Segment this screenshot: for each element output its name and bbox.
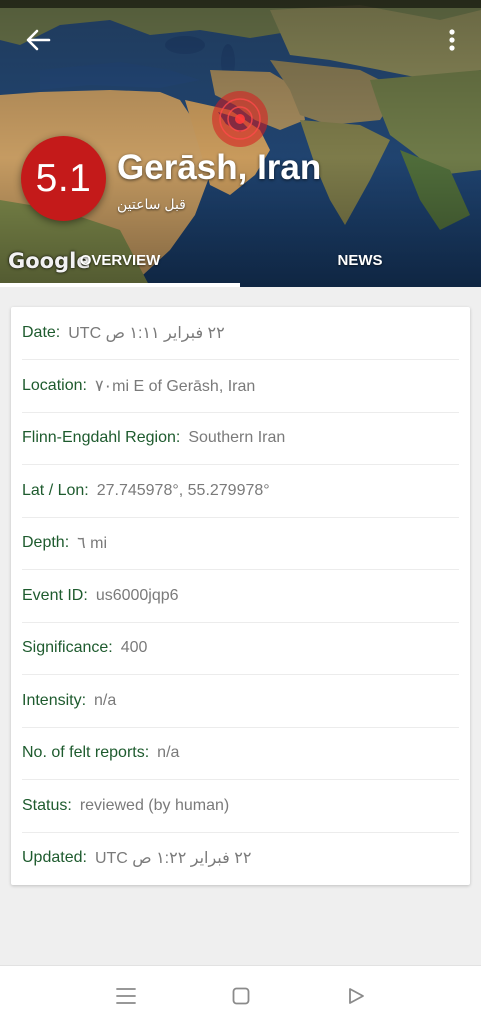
detail-row-significance: Significance: 400 <box>11 622 470 675</box>
nav-back-button[interactable] <box>341 982 371 1010</box>
tab-bar: OVERVIEW NEWS <box>0 236 481 284</box>
detail-value: ٢٢ فبراير ١:٢٢ ص UTC <box>94 850 252 868</box>
arrow-left-icon <box>26 29 51 51</box>
detail-row-felt-reports: No. of felt reports: n/a <box>11 727 470 780</box>
tab-news[interactable]: NEWS <box>240 236 480 284</box>
detail-row-status: Status: reviewed (by human) <box>11 780 470 833</box>
detail-row-location: Location: ٧٠mi E of Gerāsh, Iran <box>11 360 470 413</box>
magnitude-badge: 5.1 <box>21 136 106 221</box>
detail-value: Southern Iran <box>188 429 286 447</box>
more-options-button[interactable] <box>438 24 466 56</box>
detail-label: Updated: <box>22 849 87 867</box>
detail-value: reviewed (by human) <box>79 796 230 814</box>
more-vert-icon <box>449 29 455 51</box>
triangle-back-icon <box>349 988 364 1004</box>
nav-menu-button[interactable] <box>111 982 141 1010</box>
detail-value: 400 <box>120 639 148 657</box>
tab-indicator <box>0 283 240 287</box>
details-card: Date: ٢٢ فبراير ١:١١ ص UTC Location: ٧٠m… <box>11 307 470 885</box>
detail-value: ٦ mi <box>77 535 108 553</box>
place-title: Gerāsh, Iran <box>117 148 322 187</box>
detail-label: Event ID: <box>22 586 88 604</box>
detail-value: us6000jqp6 <box>95 586 179 604</box>
detail-row-updated: Updated: ٢٢ فبراير ١:٢٢ ص UTC <box>11 832 470 885</box>
tab-overview[interactable]: OVERVIEW <box>0 236 240 284</box>
detail-label: Location: <box>22 376 87 394</box>
time-ago: قبل ساعتين <box>117 196 186 212</box>
detail-value: ٧٠mi E of Gerāsh, Iran <box>94 377 256 395</box>
detail-label: Significance: <box>22 639 113 657</box>
detail-row-event-id: Event ID: us6000jqp6 <box>11 570 470 623</box>
detail-label: No. of felt reports: <box>22 744 150 762</box>
detail-label: Date: <box>22 324 61 342</box>
detail-label: Lat / Lon: <box>22 481 89 499</box>
event-header: 5.1 Gerāsh, Iran قبل ساعتين Google OVERV… <box>0 0 481 287</box>
detail-value: 27.745978°, 55.279978° <box>96 481 270 499</box>
status-bar <box>0 0 481 8</box>
magnitude-value: 5.1 <box>35 156 92 200</box>
detail-row-depth: Depth: ٦ mi <box>11 517 470 570</box>
epicenter-marker <box>212 91 268 147</box>
square-home-icon <box>232 987 250 1005</box>
detail-value: n/a <box>94 691 117 709</box>
nav-home-button[interactable] <box>226 982 256 1010</box>
detail-value: n/a <box>157 744 180 762</box>
detail-label: Intensity: <box>22 691 87 709</box>
back-button[interactable] <box>20 24 56 56</box>
detail-row-latlon: Lat / Lon: 27.745978°, 55.279978° <box>11 465 470 518</box>
detail-label: Depth: <box>22 534 70 552</box>
menu-icon <box>116 988 136 1004</box>
detail-value: ٢٢ فبراير ١:١١ ص UTC <box>68 325 225 343</box>
detail-row-region: Flinn-Engdahl Region: Southern Iran <box>11 412 470 465</box>
system-nav-bar <box>0 965 481 1024</box>
detail-label: Flinn-Engdahl Region: <box>22 429 181 447</box>
detail-label: Status: <box>22 796 72 814</box>
detail-row-date: Date: ٢٢ فبراير ١:١١ ص UTC <box>11 307 470 360</box>
detail-row-intensity: Intensity: n/a <box>11 675 470 728</box>
